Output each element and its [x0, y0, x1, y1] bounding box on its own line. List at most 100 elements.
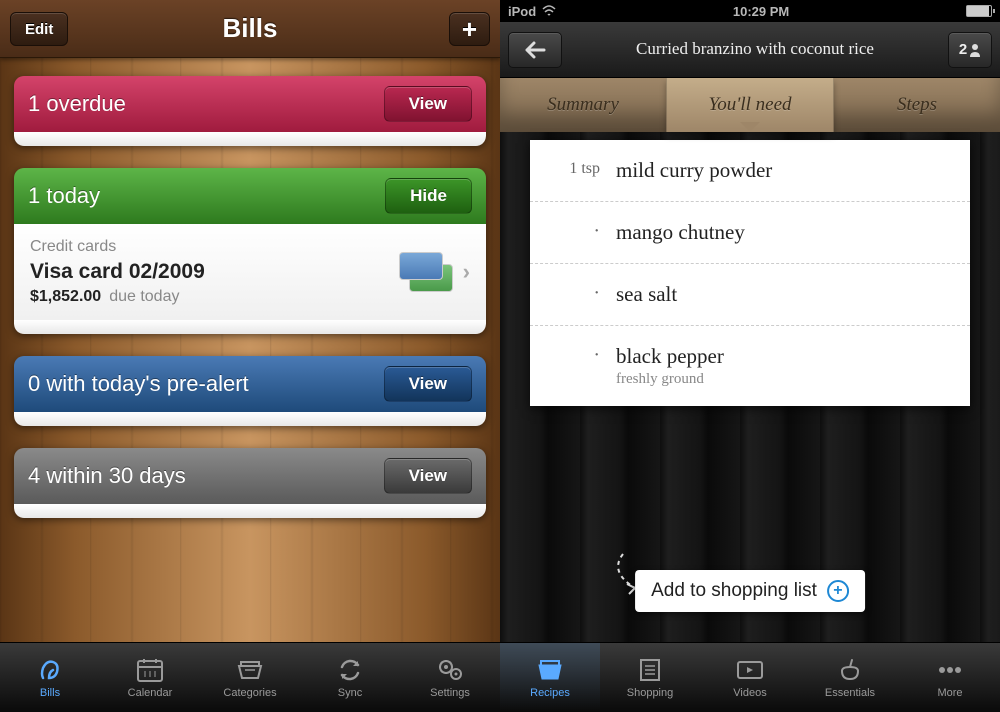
- tab-essentials[interactable]: Essentials: [800, 643, 900, 712]
- within30-header: 4 within 30 days View: [14, 448, 486, 504]
- recipe-nav-bar: Curried branzino with coconut rice 2: [500, 22, 1000, 78]
- status-bar: iPod 10:29 PM: [500, 0, 1000, 22]
- battery-icon: [966, 5, 992, 17]
- chevron-right-icon: ›: [463, 259, 470, 285]
- recipes-icon: [534, 656, 566, 684]
- bill-due: due today: [109, 288, 179, 305]
- bills-icon: [34, 656, 66, 684]
- tab-label: Essentials: [825, 687, 875, 699]
- today-header: 1 today Hide: [14, 168, 486, 224]
- ingredient-name: black pepper: [616, 344, 724, 369]
- prealert-card: 0 with today's pre-alert View: [14, 356, 486, 426]
- tab-label: Videos: [733, 687, 766, 699]
- tab-shopping[interactable]: Shopping: [600, 643, 700, 712]
- within30-label: 4 within 30 days: [28, 463, 186, 489]
- bill-amount: $1,852.00: [30, 288, 101, 305]
- tab-more[interactable]: More: [900, 643, 1000, 712]
- tab-label: Shopping: [627, 687, 674, 699]
- tab-label: Categories: [223, 687, 276, 699]
- bill-subtitle: $1,852.00 due today: [30, 288, 399, 306]
- overdue-header: 1 overdue View: [14, 76, 486, 132]
- person-icon: [969, 43, 981, 57]
- ingredient-row[interactable]: · mango chutney: [530, 202, 970, 264]
- overdue-view-button[interactable]: View: [384, 86, 472, 122]
- add-shopping-label: Add to shopping list: [651, 580, 817, 602]
- tab-label: Sync: [338, 687, 362, 699]
- paper-edge: [14, 504, 486, 518]
- tab-steps[interactable]: Steps: [834, 78, 1000, 132]
- ingredients-card: 1 tsp mild curry powder · mango chutney …: [530, 140, 970, 406]
- ingredient-qty: 1 tsp: [546, 158, 616, 178]
- ingredient-row[interactable]: · black pepper freshly ground: [530, 326, 970, 406]
- paper-edge: [14, 412, 486, 426]
- sync-icon: [334, 656, 366, 684]
- credit-card-icon: [399, 252, 453, 292]
- bill-detail-text: Credit cards Visa card 02/2009 $1,852.00…: [30, 238, 399, 306]
- tab-label: Recipes: [530, 687, 570, 699]
- prealert-label: 0 with today's pre-alert: [28, 371, 249, 397]
- within30-view-button[interactable]: View: [384, 458, 472, 494]
- bill-title: Visa card 02/2009: [30, 260, 399, 284]
- bills-app-screen: Edit Bills + 1 overdue View 1 today Hide…: [0, 0, 500, 712]
- ingredient-name: mild curry powder: [616, 158, 954, 183]
- settings-icon: [434, 656, 466, 684]
- nav-bar: Edit Bills +: [0, 0, 500, 58]
- carrier-label: iPod: [508, 4, 536, 19]
- servings-count: 2: [959, 41, 967, 58]
- videos-icon: [734, 656, 766, 684]
- ingredient-qty: ·: [546, 344, 616, 367]
- tab-label: More: [937, 687, 962, 699]
- tab-label: Calendar: [128, 687, 173, 699]
- within30-card: 4 within 30 days View: [14, 448, 486, 518]
- back-arrow-icon: [524, 41, 546, 59]
- tab-youll-need[interactable]: You'll need: [666, 78, 834, 132]
- essentials-icon: [834, 656, 866, 684]
- tab-videos[interactable]: Videos: [700, 643, 800, 712]
- tab-label: Bills: [40, 687, 60, 699]
- recipe-tabs: Summary You'll need Steps: [500, 78, 1000, 132]
- edit-button[interactable]: Edit: [10, 12, 68, 46]
- add-to-shopping-button[interactable]: Add to shopping list +: [635, 570, 865, 612]
- overdue-card: 1 overdue View: [14, 76, 486, 146]
- ingredient-row[interactable]: 1 tsp mild curry powder: [530, 140, 970, 202]
- prealert-view-button[interactable]: View: [384, 366, 472, 402]
- ingredient-qty: ·: [546, 220, 616, 243]
- status-time: 10:29 PM: [733, 4, 789, 19]
- tab-calendar[interactable]: Calendar: [100, 643, 200, 712]
- tab-label: Settings: [430, 687, 470, 699]
- bottom-tab-bar: Bills Calendar Categories Sync Settings: [0, 642, 500, 712]
- ingredient-name: sea salt: [616, 282, 954, 307]
- tab-summary[interactable]: Summary: [500, 78, 666, 132]
- back-button[interactable]: [508, 32, 562, 68]
- paper-edge: [14, 132, 486, 146]
- categories-icon: [234, 656, 266, 684]
- bottom-tab-bar: Recipes Shopping Videos Essentials More: [500, 642, 1000, 712]
- add-button[interactable]: +: [449, 12, 490, 46]
- bill-category: Credit cards: [30, 238, 399, 256]
- cards-area: 1 overdue View 1 today Hide Credit cards…: [0, 58, 500, 550]
- tab-categories[interactable]: Categories: [200, 643, 300, 712]
- tab-sync[interactable]: Sync: [300, 643, 400, 712]
- more-icon: [934, 656, 966, 684]
- overdue-label: 1 overdue: [28, 91, 126, 117]
- bill-detail-row[interactable]: Credit cards Visa card 02/2009 $1,852.00…: [14, 224, 486, 320]
- ingredient-row[interactable]: · sea salt: [530, 264, 970, 326]
- shopping-icon: [634, 656, 666, 684]
- tab-settings[interactable]: Settings: [400, 643, 500, 712]
- tab-recipes[interactable]: Recipes: [500, 643, 600, 712]
- today-label: 1 today: [28, 183, 100, 209]
- today-hide-button[interactable]: Hide: [385, 178, 472, 214]
- prealert-header: 0 with today's pre-alert View: [14, 356, 486, 412]
- wifi-icon: [542, 5, 556, 17]
- paper-edge: [14, 320, 486, 334]
- today-card: 1 today Hide Credit cards Visa card 02/2…: [14, 168, 486, 334]
- servings-button[interactable]: 2: [948, 32, 992, 68]
- ingredient-name: mango chutney: [616, 220, 954, 245]
- tab-bills[interactable]: Bills: [0, 643, 100, 712]
- page-title: Bills: [223, 13, 278, 44]
- ingredient-note: freshly ground: [616, 371, 724, 388]
- ingredient-qty: ·: [546, 282, 616, 305]
- recipe-app-screen: iPod 10:29 PM Curried branzino with coco…: [500, 0, 1000, 712]
- recipe-title: Curried branzino with coconut rice: [562, 39, 948, 59]
- calendar-icon: [134, 656, 166, 684]
